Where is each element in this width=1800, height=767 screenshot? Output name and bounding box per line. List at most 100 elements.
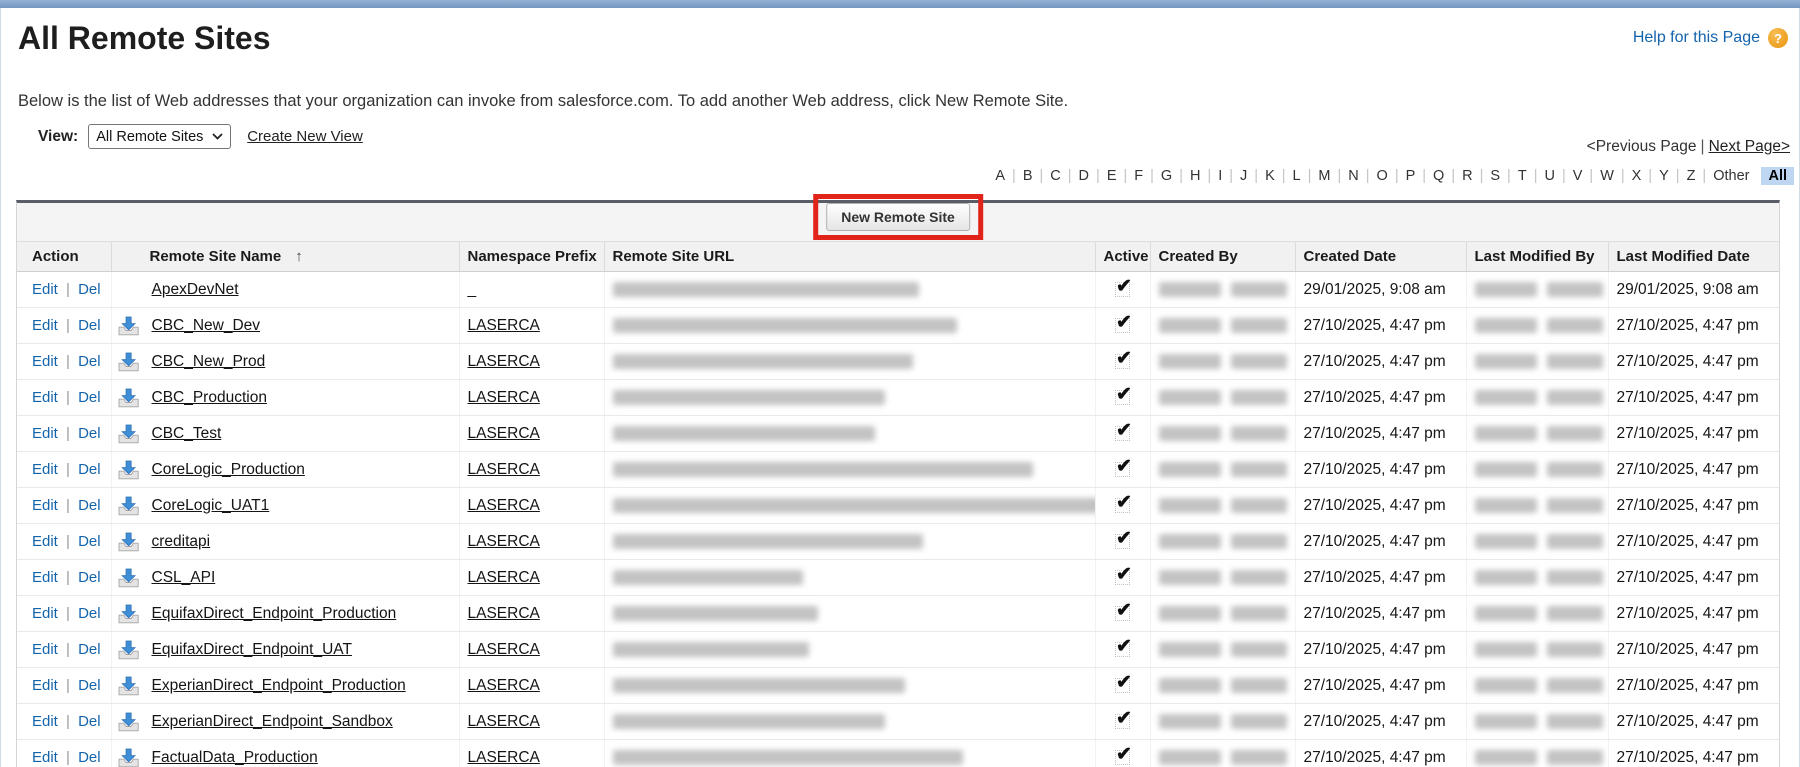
remote-site-name-link[interactable]: CBC_New_Prod (152, 353, 266, 370)
alpha-filter-e[interactable]: E (1100, 167, 1124, 185)
del-link[interactable]: Del (78, 713, 101, 730)
alpha-filter-y[interactable]: Y (1652, 167, 1676, 185)
alpha-filter-q[interactable]: Q (1426, 167, 1451, 185)
del-link[interactable]: Del (78, 281, 101, 298)
namespace-prefix-link[interactable]: LASERCA (468, 389, 540, 406)
remote-site-name-link[interactable]: CoreLogic_Production (152, 461, 305, 478)
remote-site-name-link[interactable]: EquifaxDirect_Endpoint_UAT (152, 641, 352, 658)
remote-site-name-link[interactable]: ExperianDirect_Endpoint_Production (152, 677, 406, 694)
namespace-prefix-link[interactable]: LASERCA (468, 713, 540, 730)
edit-link[interactable]: Edit (32, 713, 58, 730)
column-header-created-by[interactable]: Created By (1150, 241, 1296, 272)
alpha-filter-j[interactable]: J (1233, 167, 1254, 185)
alpha-filter-m[interactable]: M (1311, 167, 1337, 185)
create-new-view-link[interactable]: Create New View (247, 128, 363, 145)
edit-link[interactable]: Edit (32, 425, 58, 442)
help-question-icon[interactable]: ? (1768, 28, 1788, 48)
alpha-filter-v[interactable]: V (1566, 167, 1590, 185)
alpha-filter-o[interactable]: O (1370, 167, 1395, 185)
namespace-prefix-link[interactable]: LASERCA (468, 317, 540, 334)
alpha-filter-g[interactable]: G (1154, 167, 1179, 185)
del-link[interactable]: Del (78, 497, 101, 514)
del-link[interactable]: Del (78, 353, 101, 370)
alpha-filter-z[interactable]: Z (1680, 167, 1703, 185)
del-link[interactable]: Del (78, 677, 101, 694)
alpha-filter-u[interactable]: U (1537, 167, 1561, 185)
next-page-link[interactable]: Next Page> (1709, 138, 1790, 155)
namespace-prefix-link[interactable]: LASERCA (468, 749, 540, 766)
edit-link[interactable]: Edit (32, 353, 58, 370)
del-link[interactable]: Del (78, 533, 101, 550)
namespace-prefix-link[interactable]: LASERCA (468, 677, 540, 694)
alpha-filter-k[interactable]: K (1258, 167, 1282, 185)
edit-link[interactable]: Edit (32, 641, 58, 658)
edit-link[interactable]: Edit (32, 533, 58, 550)
column-header-created-date[interactable]: Created Date (1295, 241, 1467, 272)
namespace-prefix-link[interactable]: LASERCA (468, 569, 540, 586)
edit-link[interactable]: Edit (32, 281, 58, 298)
column-header-active[interactable]: Active (1095, 241, 1151, 272)
alpha-filter-c[interactable]: C (1043, 167, 1067, 185)
active-checkbox: ✔ (1115, 312, 1132, 333)
namespace-prefix-link[interactable]: LASERCA (468, 353, 540, 370)
column-header-remote-site-url[interactable]: Remote Site URL (604, 241, 1096, 272)
alpha-filter-w[interactable]: W (1593, 167, 1621, 185)
remote-site-name-link[interactable]: ExperianDirect_Endpoint_Sandbox (152, 713, 393, 730)
alpha-filter-l[interactable]: L (1286, 167, 1308, 185)
remote-site-name-link[interactable]: CoreLogic_UAT1 (152, 497, 270, 514)
edit-link[interactable]: Edit (32, 461, 58, 478)
alpha-filter-b[interactable]: B (1016, 167, 1040, 185)
remote-site-name-link[interactable]: ApexDevNet (152, 281, 239, 298)
del-link[interactable]: Del (78, 605, 101, 622)
alpha-filter-i[interactable]: I (1211, 167, 1229, 185)
edit-link[interactable]: Edit (32, 497, 58, 514)
namespace-prefix-link[interactable]: LASERCA (468, 605, 540, 622)
alpha-filter-h[interactable]: H (1183, 167, 1207, 185)
namespace-prefix-link[interactable]: LASERCA (468, 425, 540, 442)
alpha-filter-f[interactable]: F (1127, 167, 1150, 185)
alpha-filter-d[interactable]: D (1072, 167, 1096, 185)
edit-link[interactable]: Edit (32, 605, 58, 622)
del-link[interactable]: Del (78, 749, 101, 766)
alpha-filter-n[interactable]: N (1341, 167, 1365, 185)
alpha-filter-a[interactable]: A (988, 167, 1012, 185)
del-link[interactable]: Del (78, 569, 101, 586)
edit-link[interactable]: Edit (32, 677, 58, 694)
previous-page-link[interactable]: <Previous Page (1587, 138, 1697, 155)
edit-link[interactable]: Edit (32, 389, 58, 406)
remote-site-name-link[interactable]: CSL_API (152, 569, 216, 586)
namespace-prefix-link[interactable]: LASERCA (468, 533, 540, 550)
del-link[interactable]: Del (78, 425, 101, 442)
new-remote-site-button[interactable]: New Remote Site (826, 203, 970, 231)
alpha-filter-all[interactable]: All (1761, 167, 1794, 185)
namespace-prefix-link[interactable]: LASERCA (468, 461, 540, 478)
remote-site-name-link[interactable]: CBC_Production (152, 389, 267, 406)
edit-link[interactable]: Edit (32, 569, 58, 586)
del-link[interactable]: Del (78, 461, 101, 478)
alpha-filter-p[interactable]: P (1399, 167, 1423, 185)
column-header-last-modified-by[interactable]: Last Modified By (1466, 241, 1609, 272)
view-select[interactable]: All Remote Sites (88, 124, 232, 149)
column-header-last-modified-date[interactable]: Last Modified Date (1608, 241, 1779, 272)
del-link[interactable]: Del (78, 317, 101, 334)
column-header-namespace-prefix[interactable]: Namespace Prefix (459, 241, 605, 272)
edit-link[interactable]: Edit (32, 749, 58, 766)
remote-site-name-link[interactable]: CBC_Test (152, 425, 222, 442)
del-link[interactable]: Del (78, 389, 101, 406)
del-link[interactable]: Del (78, 641, 101, 658)
remote-site-name-link[interactable]: EquifaxDirect_Endpoint_Production (152, 605, 397, 622)
namespace-prefix-link[interactable]: LASERCA (468, 497, 540, 514)
alpha-filter-x[interactable]: X (1625, 167, 1649, 185)
edit-link[interactable]: Edit (32, 317, 58, 334)
column-header-remote-site-name[interactable]: Remote Site Name ↑ (111, 241, 460, 272)
remote-site-name-link[interactable]: FactualData_Production (152, 749, 318, 766)
alpha-filter-r[interactable]: R (1455, 167, 1479, 185)
remote-site-name-link[interactable]: CBC_New_Dev (152, 317, 261, 334)
help-for-this-page-link[interactable]: Help for this Page (1633, 29, 1760, 47)
namespace-prefix-link[interactable]: LASERCA (468, 641, 540, 658)
alpha-filter-s[interactable]: S (1483, 167, 1507, 185)
column-header-action[interactable]: Action (17, 241, 112, 272)
alpha-filter-other[interactable]: Other (1706, 167, 1756, 185)
remote-site-name-link[interactable]: creditapi (152, 533, 211, 550)
alpha-filter-t[interactable]: T (1511, 167, 1534, 185)
